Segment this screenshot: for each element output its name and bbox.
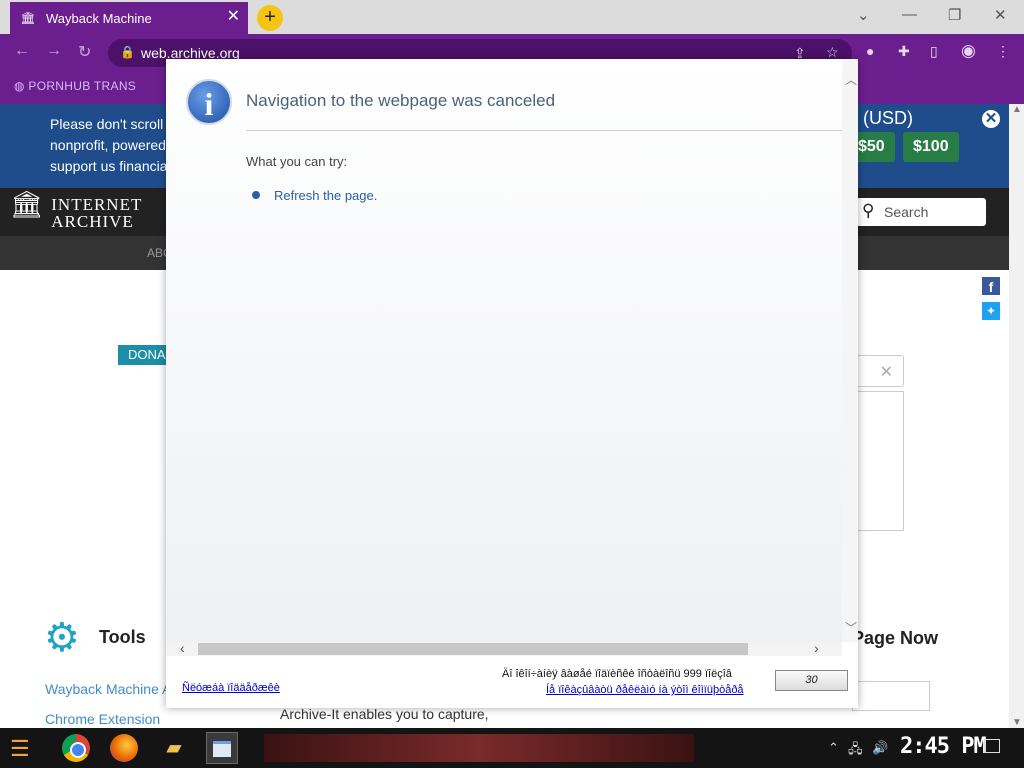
dialog-title: Navigation to the webpage was canceled	[246, 91, 556, 110]
clear-icon[interactable]: ✕	[880, 362, 893, 382]
bullet-icon	[252, 191, 260, 199]
taskbar: ☰ ▰ ⌃ 🖧 🔊 2:45 PM	[0, 728, 1024, 768]
volume-icon[interactable]: 🔊	[872, 740, 888, 756]
scroll-right-chevron-icon[interactable]: ›	[814, 640, 819, 656]
gear-icon: ⚙	[44, 616, 80, 660]
tab-wayback-machine[interactable]: 🏛 Wayback Machine ✕	[10, 2, 248, 34]
bookmark-label: PORNHUB TRANS	[28, 79, 137, 93]
refresh-item: Refresh the page.	[252, 188, 377, 203]
scroll-left-chevron-icon[interactable]: ‹	[180, 640, 185, 656]
back-icon[interactable]: ←	[14, 42, 30, 60]
dialog-body: i Navigation to the webpage was canceled…	[166, 59, 842, 642]
menu-icon[interactable]: ⋮	[996, 43, 1010, 60]
save-url-input[interactable]	[852, 681, 930, 711]
chrome-extension-link[interactable]: Chrome Extension	[45, 711, 160, 727]
chrome-icon[interactable]	[62, 734, 90, 762]
dialog-horizontal-scrollbar[interactable]: ‹ ›	[166, 640, 842, 656]
firefox-icon[interactable]	[110, 734, 138, 762]
minimize-icon[interactable]: —	[902, 6, 917, 23]
countdown-button[interactable]: 30	[775, 670, 848, 691]
search-box[interactable]: ⚲ Search	[856, 198, 986, 226]
start-icon[interactable]: ☰	[10, 736, 38, 762]
wayback-machine-link[interactable]: Wayback Machine A	[45, 681, 171, 697]
notification-icon[interactable]	[984, 739, 1000, 753]
archive-favicon-icon: 🏛	[20, 11, 36, 25]
extension-avatar-icon[interactable]: ●	[866, 43, 874, 59]
internet-archive-logo[interactable]: 🏛 INTERNET ARCHIVE	[10, 190, 142, 231]
clock[interactable]: 2:45 PM	[900, 734, 987, 759]
restore-icon[interactable]: ❐	[948, 6, 961, 24]
profile-icon[interactable]: ◉	[961, 41, 976, 61]
tab-bar: 🏛 Wayback Machine ✕ + ⌄ — ❐ ✕	[0, 0, 1024, 34]
puzzle-icon[interactable]: ✚	[898, 43, 910, 60]
save-page-now-title: Page Now	[852, 628, 939, 648]
results-area	[852, 391, 904, 531]
scroll-up-chevron-icon[interactable]: ︿	[845, 71, 857, 88]
archive-it-text: Archive-It enables you to capture,	[280, 706, 489, 722]
folder-icon[interactable]: ▰	[160, 734, 188, 762]
donate-100-button[interactable]: $100	[903, 132, 959, 162]
search-icon: ⚲	[862, 201, 875, 220]
tray-chevron-icon[interactable]: ⌃	[828, 740, 839, 756]
tab-search-icon[interactable]: ⌄	[857, 6, 870, 24]
banner-text: Please don't scroll nonprofit, powered s…	[50, 116, 168, 174]
network-icon[interactable]: 🖧	[848, 740, 863, 762]
reload-icon[interactable]: ↻	[78, 42, 91, 62]
bookmark-item[interactable]: ◍ PORNHUB TRANS	[14, 79, 136, 93]
taskbar-app-strip[interactable]	[264, 734, 694, 762]
navigation-canceled-dialog: i Navigation to the webpage was canceled…	[166, 59, 858, 708]
subscription-message: Äî îêîí÷àíèÿ âàøåé ïîäïèñêè îñòàëîñü 999…	[502, 668, 732, 680]
lock-icon[interactable]: 🔒	[120, 45, 135, 59]
dialog-footer: Ñëóæáà ïîääåðæêè Äî îêîí÷àíèÿ âàøåé ïîäï…	[166, 656, 858, 708]
support-link[interactable]: Ñëóæáà ïîääåðæêè	[182, 682, 280, 694]
divider	[246, 130, 842, 131]
dialog-vertical-scrollbar[interactable]: ︿ ﹀	[842, 59, 858, 642]
try-label: What you can try:	[246, 154, 348, 169]
hide-ads-link[interactable]: Íå ïîêàçûâàòü ðåêëàìó íà ýòîì êîìïüþòåðå	[546, 684, 744, 696]
logo-line-2: ARCHIVE	[51, 212, 134, 231]
forward-icon[interactable]: →	[46, 42, 62, 60]
banner-close-icon[interactable]: ✕	[980, 108, 1002, 130]
info-icon: i	[186, 79, 232, 125]
window-icon[interactable]	[206, 732, 238, 764]
scrollbar-thumb[interactable]	[198, 643, 748, 655]
close-window-icon[interactable]: ✕	[994, 6, 1007, 24]
archive-building-icon: 🏛	[10, 190, 45, 219]
twitter-icon[interactable]: ✦	[982, 302, 1000, 320]
page-scrollbar[interactable]: ▲ ▼	[1009, 104, 1024, 728]
tools-title: Tools	[99, 627, 146, 647]
refresh-link[interactable]: Refresh the page.	[274, 188, 377, 203]
scroll-down-icon[interactable]: ▼	[1012, 717, 1022, 728]
facebook-icon[interactable]: f	[982, 277, 1000, 295]
tab-title: Wayback Machine	[46, 10, 152, 26]
scroll-down-chevron-icon[interactable]: ﹀	[845, 619, 857, 636]
search-placeholder: Search	[884, 204, 929, 220]
tab-close-icon[interactable]: ✕	[227, 9, 240, 25]
side-panel-icon[interactable]: ▯	[930, 43, 938, 60]
url-field[interactable]: ✕	[852, 355, 904, 387]
scroll-up-icon[interactable]: ▲	[1012, 104, 1022, 115]
new-tab-button[interactable]: +	[257, 5, 283, 31]
